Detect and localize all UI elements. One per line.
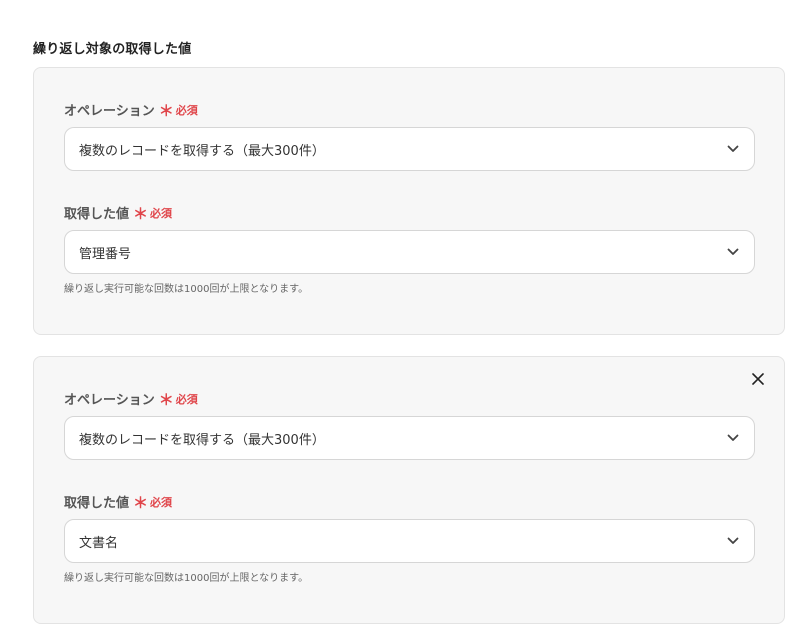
required-text: 必須 xyxy=(175,103,198,117)
acquired-value-label-text: 取得した値 xyxy=(64,207,130,222)
required-asterisk: ＊ xyxy=(158,102,174,120)
required-text: 必須 xyxy=(150,495,173,509)
required-asterisk: ＊ xyxy=(133,205,149,223)
required-asterisk: ＊ xyxy=(133,494,149,512)
operation-select-value: 複数のレコードを取得する（最大300件） xyxy=(79,432,325,448)
required-text: 必須 xyxy=(175,392,198,406)
loop-limit-hint: 繰り返し実行可能な回数は1000回が上限となります。 xyxy=(64,573,309,584)
operation-select[interactable]: 複数のレコードを取得する（最大300件） xyxy=(64,416,755,460)
required-text: 必須 xyxy=(150,206,173,220)
close-icon xyxy=(752,370,764,389)
acquired-value-select[interactable]: 文書名 xyxy=(64,519,755,563)
operation-label: オペレーション ＊ 必須 xyxy=(64,389,198,409)
operation-label: オペレーション ＊ 必須 xyxy=(64,100,198,120)
remove-group-button[interactable] xyxy=(750,371,766,387)
acquired-value-label: 取得した値 ＊ 必須 xyxy=(64,203,173,223)
operation-select[interactable]: 複数のレコードを取得する（最大300件） xyxy=(64,127,755,171)
operation-label-text: オペレーション xyxy=(64,104,155,119)
loop-target-group-2: オペレーション ＊ 必須 複数のレコードを取得する（最大300件） 取得した値 … xyxy=(33,356,785,624)
section-title: 繰り返し対象の取得した値 xyxy=(33,42,192,57)
chevron-down-icon xyxy=(726,245,740,259)
required-asterisk: ＊ xyxy=(158,391,174,409)
loop-limit-hint: 繰り返し実行可能な回数は1000回が上限となります。 xyxy=(64,284,309,295)
chevron-down-icon xyxy=(726,431,740,445)
chevron-down-icon xyxy=(726,142,740,156)
acquired-value-label: 取得した値 ＊ 必須 xyxy=(64,492,173,512)
chevron-down-icon xyxy=(726,534,740,548)
acquired-value-select-value: 文書名 xyxy=(79,535,119,551)
loop-target-group-1: オペレーション ＊ 必須 複数のレコードを取得する（最大300件） 取得した値 … xyxy=(33,67,785,335)
operation-select-value: 複数のレコードを取得する（最大300件） xyxy=(79,143,325,159)
acquired-value-select-value: 管理番号 xyxy=(79,246,132,262)
acquired-value-label-text: 取得した値 xyxy=(64,496,130,511)
acquired-value-select[interactable]: 管理番号 xyxy=(64,230,755,274)
operation-label-text: オペレーション xyxy=(64,393,155,408)
